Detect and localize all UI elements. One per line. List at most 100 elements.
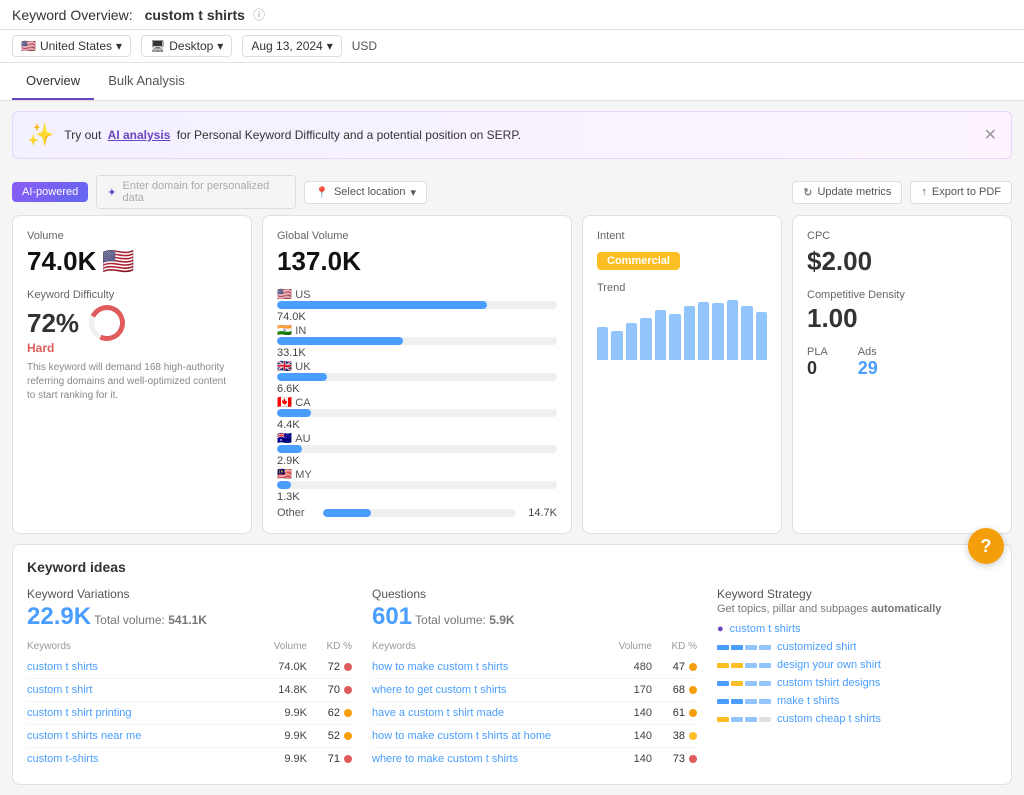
- info-icon[interactable]: ⓘ: [253, 6, 265, 23]
- update-metrics-button[interactable]: ↻ Update metrics: [792, 181, 902, 204]
- export-icon: ↑: [921, 186, 927, 198]
- volume-value: 170: [597, 684, 652, 696]
- keyword-link[interactable]: where to make custom t shirts: [372, 753, 597, 765]
- country-filter[interactable]: 🇺🇸 United States ▾: [12, 35, 131, 57]
- keyword-link[interactable]: custom t shirts: [27, 661, 252, 673]
- intent-trend-card: Intent Commercial Trend: [582, 215, 782, 534]
- chevron-down-icon: ▾: [411, 186, 417, 199]
- country-flag-icon: 🇦🇺: [277, 431, 292, 445]
- kd-dot-indicator: [344, 732, 352, 740]
- ai-sparkle-icon: ✨: [27, 122, 54, 148]
- other-bar-value: 14.7K: [522, 507, 557, 519]
- toolbar: AI-powered ✦ Enter domain for personaliz…: [0, 169, 1024, 215]
- trend-label: Trend: [597, 282, 767, 294]
- keyword-link[interactable]: custom t shirt: [27, 684, 252, 696]
- kd-dot-indicator: [689, 755, 697, 763]
- country-bar-bg: [277, 409, 557, 417]
- trend-bar: [741, 306, 752, 360]
- country-code: MY: [295, 469, 312, 481]
- country-row: 🇲🇾 MY 1.3K: [277, 467, 557, 503]
- strategy-line-segment: [759, 717, 771, 722]
- variations-rows: custom t shirts 74.0K 72 custom t shirt …: [27, 656, 352, 770]
- close-icon[interactable]: ✕: [984, 125, 997, 145]
- kd-cell: 72: [307, 661, 352, 673]
- other-bar: [323, 509, 516, 517]
- strategy-line-segment: [717, 717, 729, 722]
- refresh-icon: ↻: [803, 186, 812, 199]
- currency-label: USD: [352, 39, 377, 53]
- location-button[interactable]: 📍 Select location ▾: [304, 181, 427, 204]
- keyword-link[interactable]: how to make custom t shirts at home: [372, 730, 597, 742]
- keyword-link[interactable]: have a custom t shirt made: [372, 707, 597, 719]
- ads-label: Ads: [858, 346, 878, 358]
- domain-input-container[interactable]: ✦ Enter domain for personalized data: [96, 175, 296, 209]
- chevron-icon: ▾: [327, 39, 333, 53]
- cpc-label: CPC: [807, 230, 997, 242]
- help-button[interactable]: ?: [968, 528, 1004, 564]
- country-bar-fill: [277, 445, 302, 453]
- strategy-keyword-link[interactable]: custom tshirt designs: [777, 677, 997, 689]
- pla-value: 0: [807, 358, 828, 379]
- variations-label: Keyword Variations: [27, 587, 352, 601]
- ai-analysis-link[interactable]: AI analysis: [108, 128, 171, 142]
- trend-bar: [727, 300, 738, 360]
- export-pdf-button[interactable]: ↑ Export to PDF: [910, 181, 1012, 204]
- trend-bar: [712, 303, 723, 360]
- country-bar-value: 6.6K: [277, 383, 300, 395]
- country-flag-icon: 🇬🇧: [277, 359, 292, 373]
- country-code: AU: [295, 433, 310, 445]
- strategy-line-segment: [745, 717, 757, 722]
- trend-bar: [640, 318, 651, 360]
- chevron-icon: ▾: [217, 39, 223, 53]
- country-bar-bg: [277, 373, 557, 381]
- strategy-line-segment: [745, 681, 757, 686]
- kd-dot-indicator: [689, 709, 697, 717]
- global-volume-value: 137.0K: [277, 246, 557, 277]
- other-label: Other: [277, 507, 317, 519]
- keyword-link[interactable]: custom t shirt printing: [27, 707, 252, 719]
- country-bar-bg: [277, 481, 557, 489]
- strategy-line-segment: [759, 663, 771, 668]
- trend-bar: [698, 302, 709, 360]
- variations-total: Total volume: 541.1K: [94, 613, 207, 627]
- keyword-link[interactable]: custom t-shirts: [27, 753, 252, 765]
- country-code: US: [295, 289, 310, 301]
- questions-table-header: Keywords Volume KD %: [372, 641, 697, 652]
- questions-table: Keywords Volume KD % how to make custom …: [372, 641, 697, 770]
- country-row: 🇺🇸 US 74.0K: [277, 287, 557, 323]
- strategy-line-segment: [731, 717, 743, 722]
- strategy-root-keyword[interactable]: custom t shirts: [730, 623, 997, 635]
- strategy-keyword-link[interactable]: customized shirt: [777, 641, 997, 653]
- strategy-color-lines: [717, 663, 771, 668]
- keyword-link[interactable]: where to get custom t shirts: [372, 684, 597, 696]
- tab-overview[interactable]: Overview: [12, 63, 94, 100]
- kd-cell: 38: [652, 730, 697, 742]
- country-code: UK: [295, 361, 310, 373]
- strategy-color-lines: [717, 717, 771, 722]
- page-title-keyword: custom t shirts: [145, 7, 245, 23]
- strategy-dot-icon: ●: [717, 623, 724, 635]
- strategy-keyword-link[interactable]: design your own shirt: [777, 659, 997, 671]
- tab-bulk-analysis[interactable]: Bulk Analysis: [94, 63, 199, 100]
- country-bar-value: 33.1K: [277, 347, 306, 359]
- keyword-link[interactable]: how to make custom t shirts: [372, 661, 597, 673]
- volume-value: 140: [597, 753, 652, 765]
- keyword-ideas-section: Keyword ideas Keyword Variations 22.9K T…: [12, 544, 1012, 785]
- strategy-keyword-link[interactable]: make t shirts: [777, 695, 997, 707]
- variations-count-row: 22.9K Total volume: 541.1K: [27, 603, 352, 631]
- ads-item: Ads 29: [858, 346, 878, 379]
- ai-powered-button[interactable]: AI-powered: [12, 182, 88, 202]
- list-item: make t shirts: [717, 695, 997, 707]
- country-bar-fill: [277, 337, 403, 345]
- country-bar-value: 74.0K: [277, 311, 306, 323]
- kd-dot-indicator: [344, 686, 352, 694]
- strategy-line-segment: [731, 699, 743, 704]
- country-bar-fill: [277, 409, 311, 417]
- date-label: Aug 13, 2024: [251, 39, 322, 53]
- country-code: CA: [295, 397, 310, 409]
- strategy-keyword-link[interactable]: custom cheap t shirts: [777, 713, 997, 725]
- device-filter[interactable]: 🖥 Desktop ▾: [141, 35, 232, 57]
- date-filter[interactable]: Aug 13, 2024 ▾: [242, 35, 341, 57]
- keyword-link[interactable]: custom t shirts near me: [27, 730, 252, 742]
- list-item: custom cheap t shirts: [717, 713, 997, 725]
